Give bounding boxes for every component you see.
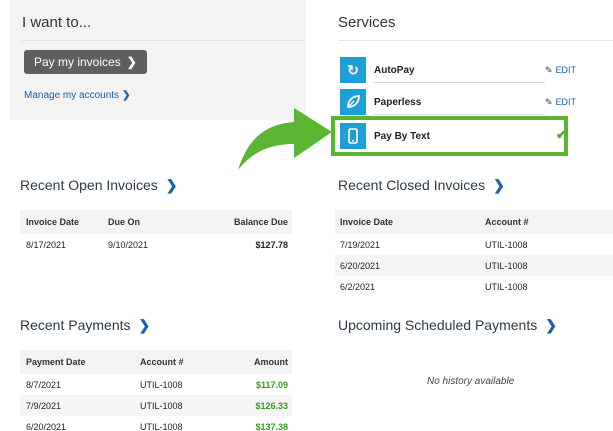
edit-label: EDIT (555, 65, 577, 75)
column-header: Payment Date (26, 357, 86, 367)
service-autopay[interactable]: ↻ AutoPay ✎ EDIT (340, 57, 580, 83)
i-want-to-heading: I want to... (22, 14, 92, 31)
section-title: Recent Open Invoices (20, 177, 158, 193)
column-header: Invoice Date (340, 217, 394, 227)
manage-accounts-label: Manage my accounts (24, 90, 120, 101)
service-label: Paperless (374, 97, 422, 108)
chevron-right-icon: ❯ (122, 90, 131, 101)
table-row[interactable]: 6/20/2021 UTIL-1008 (335, 255, 613, 276)
cell: 6/20/2021 (340, 260, 381, 271)
table-header: Invoice Date Due On Balance Due (20, 210, 292, 234)
chevron-right-icon: ❯ (138, 317, 151, 333)
refresh-icon: ↻ (340, 57, 366, 83)
table-row[interactable]: 7/19/2021 UTIL-1008 (335, 234, 613, 255)
edit-autopay-link[interactable]: ✎ EDIT (545, 65, 576, 76)
pay-by-text-highlight (331, 116, 568, 156)
column-header: Due On (108, 217, 141, 227)
cell: UTIL-1008 (140, 400, 183, 411)
table-header: Payment Date Account # Amount (20, 350, 292, 374)
divider (338, 40, 613, 41)
cell: $117.09 (255, 379, 288, 390)
service-paperless[interactable]: Paperless ✎ EDIT (340, 89, 580, 115)
pointer-arrow-icon (238, 108, 332, 170)
table-row[interactable]: 7/9/2021 UTIL-1008 $126.33 (20, 395, 292, 416)
section-title: Recent Payments (20, 317, 131, 333)
cell: 6/20/2021 (26, 421, 67, 431)
manage-accounts-link[interactable]: Manage my accounts ❯ (24, 90, 130, 101)
column-header: Amount (254, 357, 288, 367)
recent-payments-link[interactable]: Recent Payments ❯ (20, 317, 150, 334)
column-header: Account # (485, 217, 529, 227)
edit-paperless-link[interactable]: ✎ EDIT (545, 97, 576, 108)
chevron-right-icon: ❯ (545, 317, 557, 333)
column-header: Invoice Date (26, 217, 80, 227)
cell: 7/9/2021 (26, 400, 62, 411)
scheduled-payments-link[interactable]: Upcoming Scheduled Payments ❯ (338, 317, 557, 334)
cell: 8/7/2021 (26, 379, 62, 390)
cell: $126.33 (255, 400, 288, 411)
pencil-icon: ✎ (545, 65, 553, 75)
cell: UTIL-1008 (485, 260, 528, 271)
recent-closed-invoices-link[interactable]: Recent Closed Invoices ❯ (338, 177, 505, 194)
cell: UTIL-1008 (140, 421, 183, 431)
section-title: Upcoming Scheduled Payments (338, 317, 538, 333)
table-row[interactable]: 6/2/2021 UTIL-1008 (335, 276, 613, 297)
table-row[interactable]: 8/17/2021 9/10/2021 $127.78 (20, 234, 292, 255)
services-heading: Services (338, 14, 396, 31)
column-header: Account # (140, 357, 184, 367)
cell: 9/10/2021 (108, 239, 149, 250)
recent-open-invoices-link[interactable]: Recent Open Invoices ❯ (20, 177, 177, 194)
chevron-right-icon: ❯ (493, 177, 505, 193)
cell: UTIL-1008 (485, 281, 528, 292)
empty-state-text: No history available (427, 376, 515, 387)
pencil-icon: ✎ (545, 97, 553, 107)
table-row[interactable]: 6/20/2021 UTIL-1008 $137.38 (20, 416, 292, 431)
cell: UTIL-1008 (140, 379, 183, 390)
pay-invoices-label: Pay my invoices (34, 55, 121, 69)
i-want-to-panel: I want to... Pay my invoices ❯ Manage my … (10, 0, 306, 120)
cell: UTIL-1008 (485, 239, 528, 250)
edit-label: EDIT (555, 97, 577, 107)
chevron-right-icon: ❯ (126, 55, 137, 69)
chevron-right-icon: ❯ (165, 177, 178, 193)
cell: 8/17/2021 (26, 239, 67, 250)
pay-invoices-button[interactable]: Pay my invoices ❯ (24, 50, 147, 74)
cell: 7/19/2021 (340, 239, 381, 250)
cell: $137.38 (255, 421, 288, 431)
service-underline (374, 114, 545, 115)
divider (22, 40, 304, 41)
column-header: Balance Due (233, 217, 288, 227)
cell: $127.78 (255, 239, 288, 250)
table-header: Invoice Date Account # (335, 210, 613, 234)
service-label: AutoPay (374, 65, 415, 76)
table-row[interactable]: 8/7/2021 UTIL-1008 $117.09 (20, 374, 292, 395)
cell: 6/2/2021 (340, 281, 376, 292)
leaf-icon (340, 89, 366, 115)
section-title: Recent Closed Invoices (338, 177, 486, 193)
service-underline (374, 82, 545, 83)
